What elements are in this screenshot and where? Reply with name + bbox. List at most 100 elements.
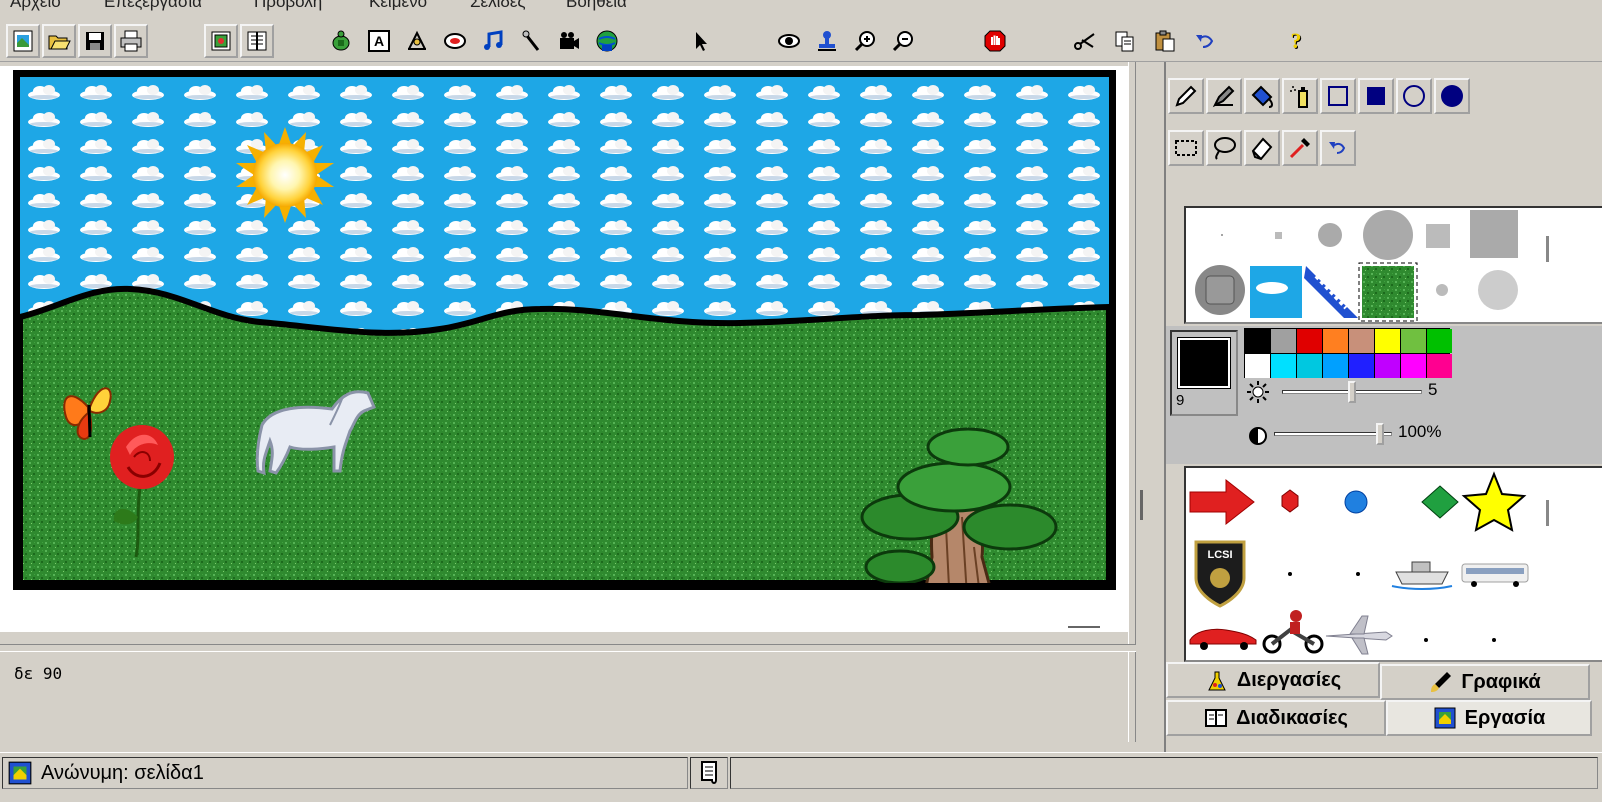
shape-dot-4[interactable]: [1492, 638, 1496, 642]
tab-graphics[interactable]: Γραφικά: [1380, 664, 1590, 700]
brush-dot-1[interactable]: [1221, 234, 1223, 236]
copy-button[interactable]: [1108, 24, 1142, 58]
palette-swatch[interactable]: [1427, 329, 1452, 353]
show-shapes-button[interactable]: [204, 24, 238, 58]
eyedropper-tool[interactable]: [1282, 130, 1318, 166]
fill-tool[interactable]: [1244, 78, 1280, 114]
open-button[interactable]: [42, 24, 76, 58]
new-music-button[interactable]: [476, 24, 510, 58]
shape-boat[interactable]: [1391, 561, 1453, 590]
zoom-in-button[interactable]: [848, 24, 882, 58]
zoom-out-button[interactable]: [886, 24, 920, 58]
brush-soft-large[interactable]: [1478, 270, 1518, 310]
new-web-button[interactable]: [590, 24, 624, 58]
filled-ellipse-tool[interactable]: [1434, 78, 1470, 114]
new-page-button[interactable]: [6, 24, 40, 58]
pen-tool[interactable]: [1206, 78, 1242, 114]
shape-motorcycle[interactable]: [1262, 610, 1324, 654]
drawing-canvas[interactable]: [20, 77, 1109, 583]
stop-button[interactable]: [978, 24, 1012, 58]
shapes-scroll-mark[interactable]: [1546, 500, 1549, 526]
vertical-scroll-marker[interactable]: [1140, 490, 1143, 520]
palette-swatch[interactable]: [1271, 329, 1296, 353]
shape-dot-2[interactable]: [1356, 572, 1360, 576]
palette-swatch[interactable]: [1297, 354, 1322, 378]
spray-tool[interactable]: [1282, 78, 1318, 114]
brush-soft-small[interactable]: [1436, 284, 1448, 296]
palette-swatch[interactable]: [1245, 354, 1270, 378]
shape-dot-3[interactable]: [1424, 638, 1428, 642]
undo-paint-tool[interactable]: [1320, 130, 1356, 166]
shape-red-car[interactable]: [1189, 628, 1257, 650]
vertical-splitter[interactable]: [1128, 62, 1136, 742]
new-textbox-button[interactable]: A: [362, 24, 396, 58]
undo-button[interactable]: [1188, 24, 1222, 58]
opacity-slider-thumb[interactable]: [1376, 423, 1384, 445]
shape-blue-ball[interactable]: [1344, 490, 1368, 514]
palette-swatch[interactable]: [1375, 329, 1400, 353]
brush-stone-texture[interactable]: [1195, 265, 1245, 315]
rectangle-tool[interactable]: [1320, 78, 1356, 114]
menu-view[interactable]: Προβολή: [254, 0, 322, 12]
new-sound-button[interactable]: [514, 24, 548, 58]
tab-project[interactable]: Εργασία: [1386, 700, 1592, 736]
help-button[interactable]: ??: [1280, 24, 1314, 58]
ellipse-tool[interactable]: [1396, 78, 1432, 114]
cut-button[interactable]: [1068, 24, 1102, 58]
brush-square-small[interactable]: [1275, 232, 1282, 239]
palette-swatch[interactable]: [1401, 354, 1426, 378]
palette-swatch[interactable]: [1401, 329, 1426, 353]
brush-grass-texture[interactable]: [1358, 262, 1418, 322]
save-button[interactable]: [78, 24, 112, 58]
palette-swatch[interactable]: [1349, 354, 1374, 378]
shape-yellow-star[interactable]: [1461, 471, 1527, 532]
command-center[interactable]: δε 90: [0, 652, 1128, 746]
horizontal-splitter[interactable]: [0, 644, 1136, 652]
brush-circle-large[interactable]: [1363, 210, 1413, 260]
brightness-slider-thumb[interactable]: [1348, 381, 1356, 403]
brush-circle-medium[interactable]: [1318, 223, 1342, 247]
status-pages-button[interactable]: [690, 757, 728, 789]
shape-green-diamond[interactable]: [1421, 485, 1459, 519]
palette-swatch[interactable]: [1427, 354, 1452, 378]
shape-lcsi-logo[interactable]: LCSI: [1194, 540, 1246, 608]
menu-file[interactable]: Αρχείο: [10, 0, 61, 12]
lasso-tool[interactable]: [1206, 130, 1242, 166]
look-button[interactable]: [772, 24, 806, 58]
palette-swatch[interactable]: [1297, 329, 1322, 353]
palette-swatch[interactable]: [1323, 329, 1348, 353]
current-color-box[interactable]: 9: [1170, 330, 1238, 416]
menu-pages[interactable]: Σελίδες: [470, 0, 526, 12]
brush-square-medium[interactable]: [1426, 224, 1450, 248]
brush-square-large[interactable]: [1470, 210, 1518, 258]
brush-sky-texture[interactable]: [1250, 266, 1302, 318]
shape-dot-1[interactable]: [1288, 572, 1292, 576]
palette-swatch[interactable]: [1349, 329, 1374, 353]
print-button[interactable]: [114, 24, 148, 58]
shape-red-octahedron[interactable]: [1281, 489, 1299, 513]
menu-help[interactable]: Βοήθεια: [566, 0, 627, 12]
eraser-tool[interactable]: [1244, 130, 1280, 166]
palette-swatch[interactable]: [1375, 354, 1400, 378]
pencil-tool[interactable]: [1168, 78, 1204, 114]
new-video-button[interactable]: [552, 24, 586, 58]
shape-red-arrow[interactable]: [1189, 478, 1255, 526]
select-tool[interactable]: [1168, 130, 1204, 166]
shape-airplane[interactable]: [1325, 615, 1393, 655]
palette-swatch[interactable]: [1271, 354, 1296, 378]
shape-bus[interactable]: [1461, 563, 1529, 587]
tab-processes[interactable]: Διεργασίες: [1166, 662, 1380, 698]
pointer-button[interactable]: [684, 24, 718, 58]
new-button-button[interactable]: [438, 24, 472, 58]
brush-scroll-mark[interactable]: [1546, 236, 1549, 262]
brush-snow-texture[interactable]: [1304, 266, 1358, 318]
menu-edit[interactable]: Επεξεργασία: [104, 0, 202, 12]
filled-rectangle-tool[interactable]: [1358, 78, 1394, 114]
new-turtle-button[interactable]: [324, 24, 358, 58]
tab-procedures[interactable]: Διαδικασίες: [1166, 700, 1386, 736]
paste-button[interactable]: [1148, 24, 1182, 58]
new-slider-button[interactable]: [400, 24, 434, 58]
stamp-button[interactable]: [810, 24, 844, 58]
opacity-slider-track[interactable]: [1274, 432, 1392, 436]
show-procedures-button[interactable]: [240, 24, 274, 58]
